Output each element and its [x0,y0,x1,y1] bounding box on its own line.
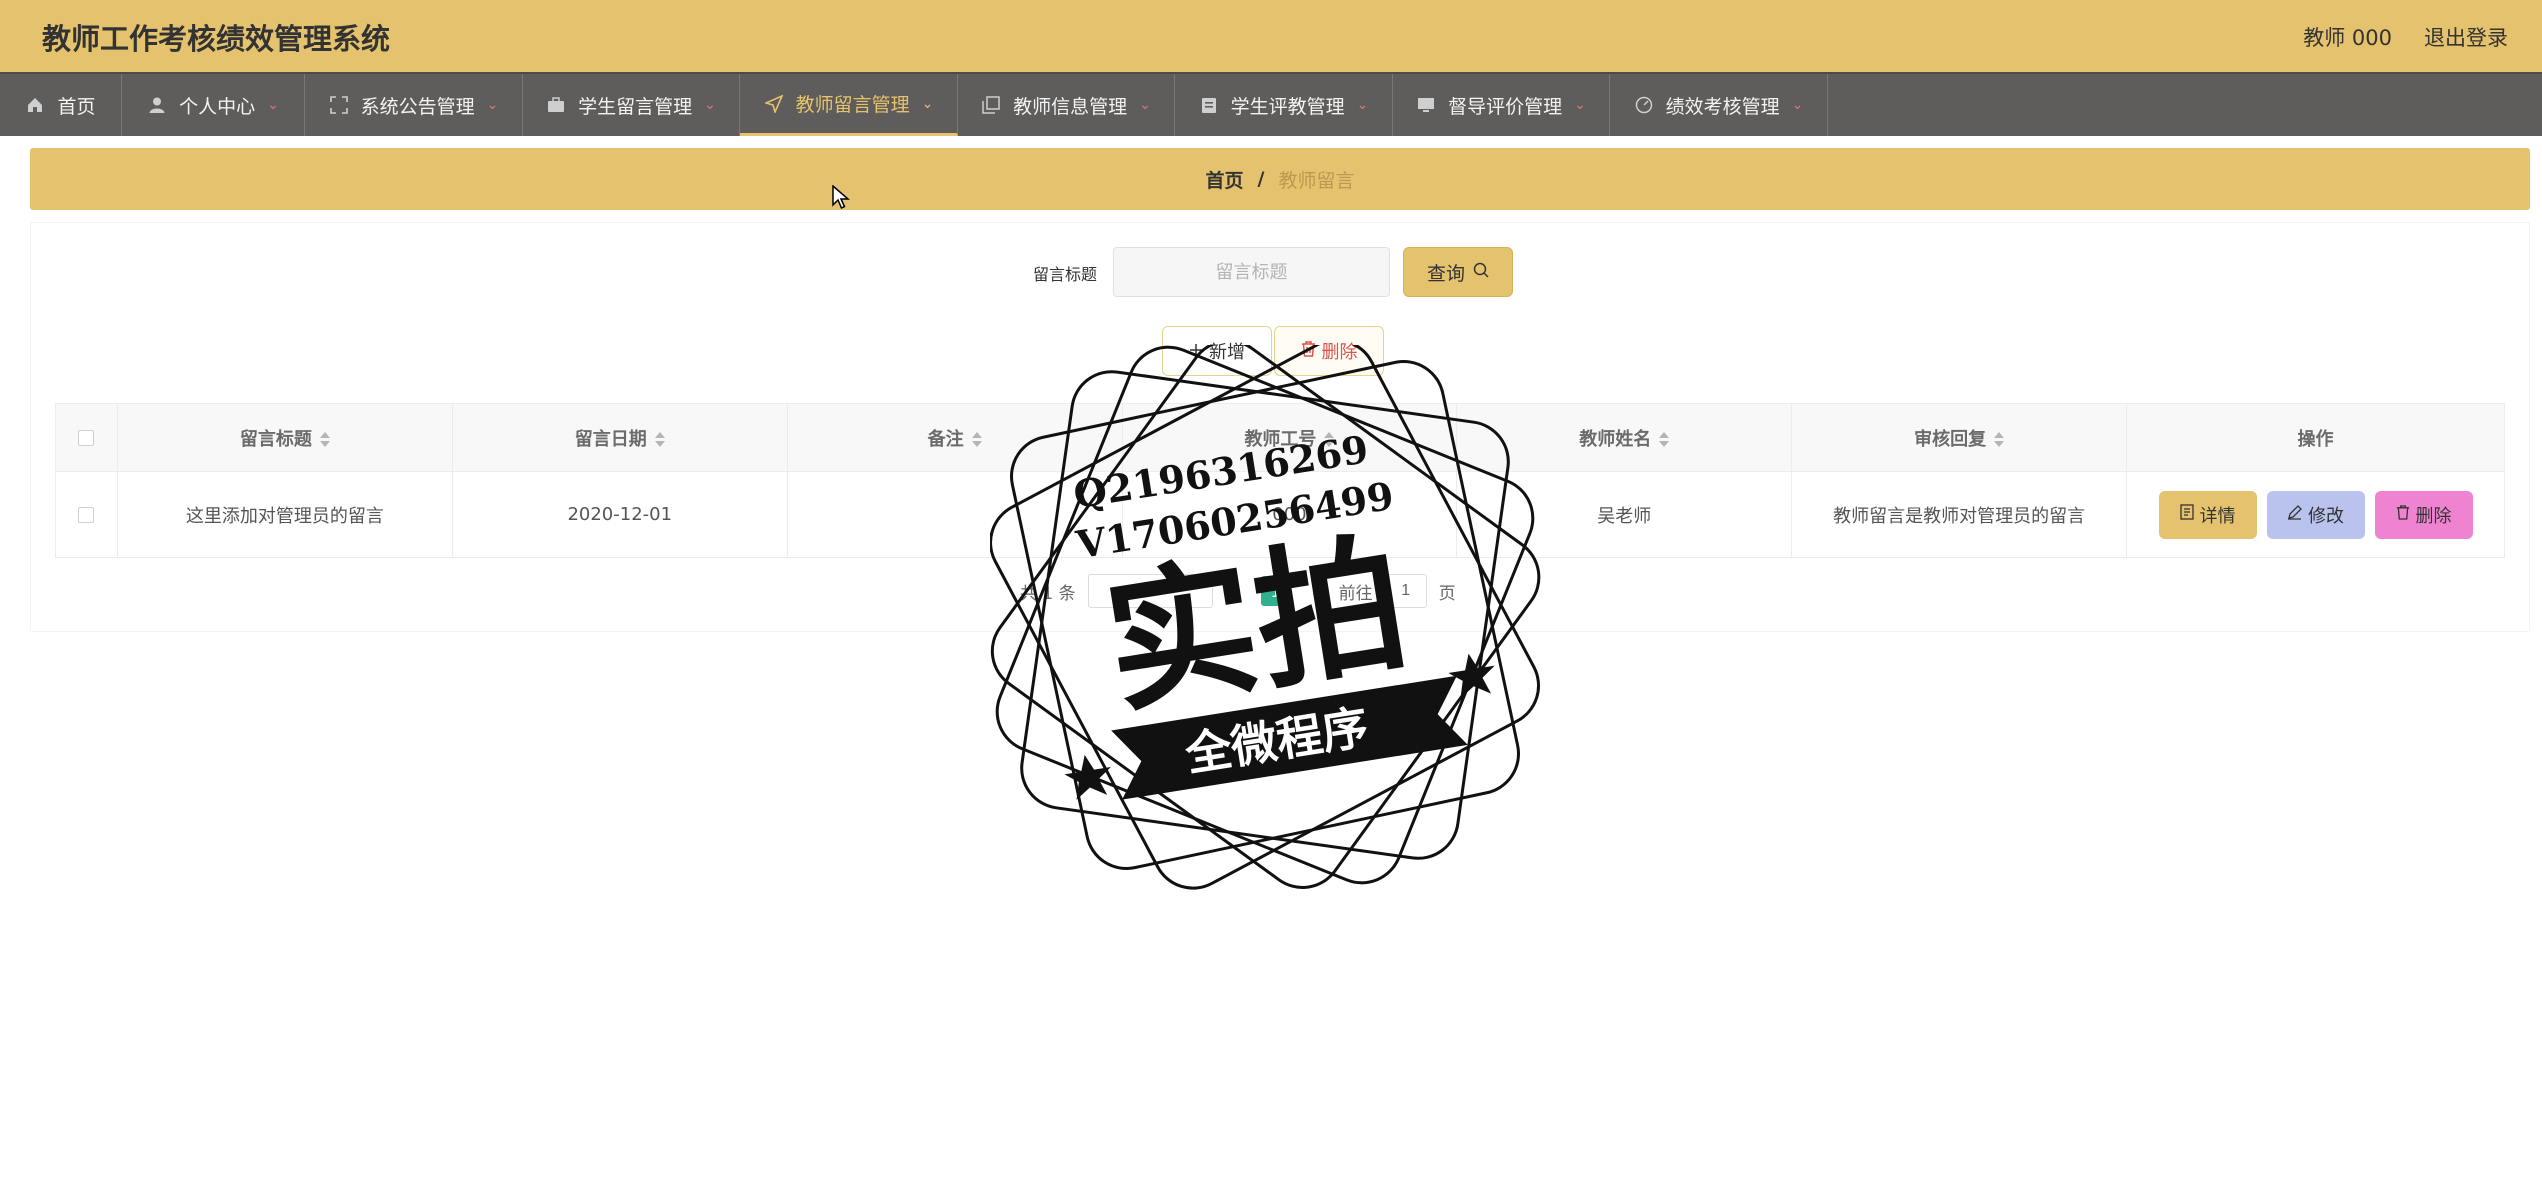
nav-item-label: 绩效考核管理 [1665,95,1780,118]
monitor-icon [1416,95,1436,115]
sort-icon[interactable] [1994,431,2005,449]
select-all-cell [55,403,118,472]
nav-item-label: 首页 [57,95,96,118]
nav-item-label: 系统公告管理 [360,95,475,118]
query-button[interactable]: 查询 [1403,247,1513,297]
chevron-down-icon: ⌄ [921,95,934,112]
chevron-down-icon: ⌄ [1574,97,1586,113]
app-title: 教师工作考核绩效管理系统 [42,22,391,56]
clipboard-icon [1199,95,1219,115]
expand-icon [329,95,349,115]
query-button-label: 查询 [1426,262,1465,285]
cell-date: 2020-12-01 [451,471,788,558]
nav-item-teacher-info[interactable]: 教师信息管理 ⌄ [958,74,1175,136]
cell-actions: 详情 修改 删除 [2126,471,2505,558]
row-checkbox[interactable] [78,507,95,523]
column-header-title[interactable]: 留言标题 [116,403,453,472]
search-label: 留言标题 [1033,265,1098,284]
mouse-cursor [832,184,851,215]
search-input[interactable] [1113,247,1390,297]
home-icon [25,95,45,115]
logout-link[interactable]: 退出登录 [2424,22,2508,52]
column-header-actions: 操作 [2126,403,2505,472]
nav-item-label: 学生留言管理 [578,95,693,118]
chevron-down-icon: ⌄ [1791,97,1804,113]
row-select-cell [55,471,118,558]
row-delete-button[interactable]: 删除 [2374,490,2473,539]
chevron-down-icon: ⌄ [1139,97,1151,113]
nav-item-personal-center[interactable]: 个人中心 ⌄ [122,74,305,136]
breadcrumb: 首页 / 教师留言 [30,148,2530,210]
nav-item-performance[interactable]: 绩效考核管理 ⌄ [1610,74,1828,136]
gauge-icon [1634,95,1654,115]
chevron-down-icon: ⌄ [1356,97,1369,113]
sort-icon[interactable] [1659,431,1670,449]
nav-item-announcements[interactable]: 系统公告管理 ⌄ [305,74,523,136]
cell-title: 这里添加对管理员的留言 [116,471,453,558]
briefcase-icon [546,95,566,115]
document-icon [2179,504,2194,525]
watermark-stamp: Q2196316269 V17060256499 实拍 全微程序 [989,338,1545,905]
nav-item-student-messages[interactable]: 学生留言管理 ⌄ [523,74,740,136]
breadcrumb-separator: / [1257,168,1265,190]
sort-icon[interactable] [654,431,665,449]
chevron-down-icon: ⌄ [486,97,499,113]
cell-reply: 教师留言是教师对管理员的留言 [1791,471,2128,558]
main-nav: 首页 个人中心 ⌄ 系统公告管理 ⌄ 学生留言管理 ⌄ 教师留言管理 ⌄ 教师信… [0,72,2542,136]
select-all-checkbox[interactable] [78,430,95,446]
copy-icon [981,95,1001,115]
nav-item-label: 教师信息管理 [1013,95,1128,118]
breadcrumb-current: 教师留言 [1278,169,1355,192]
column-header-date[interactable]: 留言日期 [451,403,788,472]
edit-icon [2287,504,2302,525]
chevron-down-icon: ⌄ [704,97,716,113]
user-icon [147,95,167,115]
sort-icon[interactable] [971,431,982,449]
nav-item-label: 个人中心 [179,95,256,118]
chevron-down-icon: ⌄ [267,97,279,113]
nav-item-student-evaluation[interactable]: 学生评教管理 ⌄ [1175,74,1393,136]
nav-item-home[interactable]: 首页 [0,74,122,136]
trash-icon [2396,504,2410,525]
breadcrumb-home[interactable]: 首页 [1206,166,1244,193]
sort-icon[interactable] [319,431,330,449]
top-bar: 教师工作考核绩效管理系统 教师 000 退出登录 [0,0,2542,72]
current-user-label: 教师 000 [2303,26,2392,50]
nav-item-supervisor-evaluation[interactable]: 督导评价管理 ⌄ [1393,74,1610,136]
nav-item-label: 学生评教管理 [1230,95,1345,118]
edit-button[interactable]: 修改 [2266,490,2365,539]
column-header-reply[interactable]: 审核回复 [1791,403,2128,472]
nav-item-label: 督导评价管理 [1448,95,1563,118]
search-icon [1473,261,1489,283]
nav-item-teacher-messages[interactable]: 教师留言管理 ⌄ [740,74,958,136]
nav-item-label: 教师留言管理 [795,94,910,116]
detail-button[interactable]: 详情 [2158,490,2257,539]
send-icon [764,94,784,114]
